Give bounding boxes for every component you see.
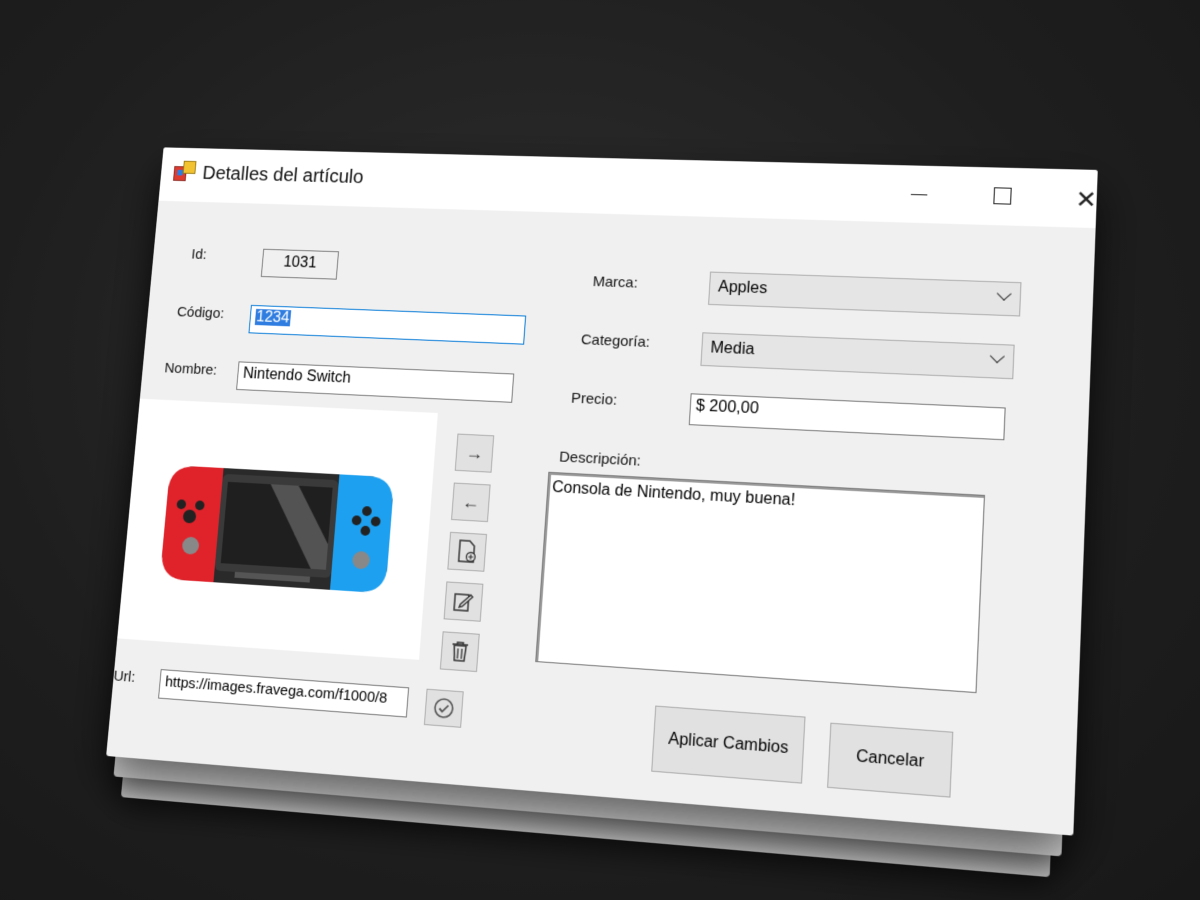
codigo-value: 1234 [254,308,291,327]
maximize-icon[interactable] [980,183,1023,214]
add-image-button[interactable] [447,531,488,572]
codigo-input[interactable]: 1234 [248,304,527,345]
delete-image-button[interactable] [439,631,480,673]
console-image [159,465,395,594]
prev-image-button[interactable]: ← [451,482,491,523]
categoria-selected: Media [709,339,755,359]
trash-icon [449,641,470,663]
app-icon [173,160,197,182]
id-value: 1031 [260,248,340,280]
file-add-icon [456,539,479,564]
marca-selected: Apples [717,278,768,298]
next-image-button[interactable]: → [454,433,495,473]
descripcion-textarea[interactable]: Consola de Nintendo, muy buena! [535,471,986,694]
marca-label: Marca: [592,273,639,292]
url-label: Url: [112,667,136,686]
chevron-down-icon [989,349,1005,364]
window-title: Detalles del artículo [201,163,365,188]
descripcion-label: Descripción: [558,448,642,470]
categoria-dropdown[interactable]: Media [700,332,1015,380]
id-label: Id: [190,246,208,263]
codigo-label: Código: [176,303,225,322]
nombre-label: Nombre: [163,360,218,379]
apply-changes-button[interactable]: Aplicar Cambios [651,705,806,784]
article-details-window: Detalles del artículo ✕ Id: 1031 Código:… [106,147,1098,836]
close-icon[interactable]: ✕ [1064,185,1097,216]
pencil-icon [452,590,475,613]
title-bar[interactable]: Detalles del artículo ✕ [158,147,1098,229]
precio-label: Precio: [570,389,618,409]
categoria-label: Categoría: [580,331,651,351]
window-stack: Detalles del artículo ✕ Id: 1031 Código:… [106,147,1098,878]
minimize-icon[interactable] [898,179,941,210]
cancel-button[interactable]: Cancelar [827,722,954,798]
check-circle-icon [432,696,455,720]
chevron-down-icon [996,286,1012,301]
marca-dropdown[interactable]: Apples [708,271,1022,317]
product-image [117,398,438,660]
url-input[interactable]: https://images.fravega.com/f1000/8 [158,669,410,718]
nombre-input[interactable]: Nintendo Switch [236,361,515,403]
precio-input[interactable]: $ 200,00 [688,393,1006,441]
edit-image-button[interactable] [443,581,484,622]
load-url-button[interactable] [423,688,464,728]
